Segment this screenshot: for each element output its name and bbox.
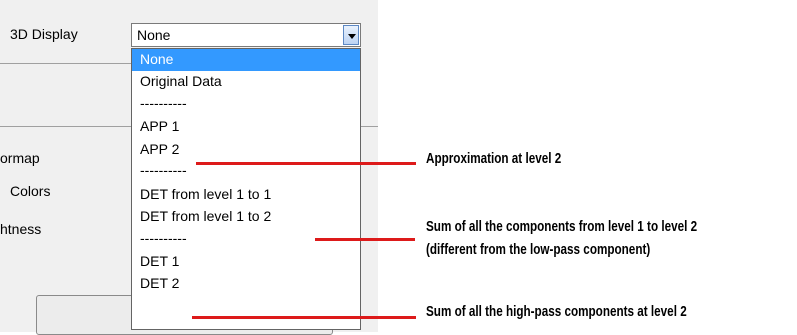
option-app-1[interactable]: APP 1	[132, 116, 360, 138]
option-det-level-1-to-1[interactable]: DET from level 1 to 1	[132, 184, 360, 206]
option-det-level-1-to-2[interactable]: DET from level 1 to 2	[132, 206, 360, 228]
option-separator[interactable]: ----------	[132, 94, 360, 116]
3d-display-label: 3D Display	[10, 26, 78, 42]
annotation-det2: Sum of all the high-pass components at l…	[426, 303, 687, 320]
option-det-2[interactable]: DET 2	[132, 273, 360, 295]
3d-display-select-value: None	[137, 27, 171, 43]
brightness-label: htness	[0, 221, 42, 237]
callout-line-det12	[315, 238, 415, 241]
callout-line-app2	[196, 162, 416, 165]
annotation-app2: Approximation at level 2	[426, 150, 562, 167]
option-original-data[interactable]: Original Data	[132, 71, 360, 93]
callout-line-det2	[192, 316, 416, 319]
option-det-1[interactable]: DET 1	[132, 251, 360, 273]
annotation-det12-line1: Sum of all the components from level 1 t…	[426, 218, 698, 235]
colors-label: Colors	[10, 183, 51, 199]
option-none[interactable]: None	[132, 49, 360, 72]
panel-divider-middle	[0, 126, 131, 127]
chevron-down-icon[interactable]	[343, 25, 359, 45]
panel-divider-right	[361, 126, 378, 127]
annotation-det12-line2: (different from the low-pass component)	[426, 241, 651, 258]
panel-divider-top	[0, 63, 131, 64]
3d-display-dropdown-list: None Original Data ---------- APP 1 APP …	[131, 48, 361, 330]
3d-display-select[interactable]: None	[131, 23, 361, 47]
colormap-label: ormap	[0, 150, 40, 166]
option-app-2[interactable]: APP 2	[132, 139, 360, 161]
